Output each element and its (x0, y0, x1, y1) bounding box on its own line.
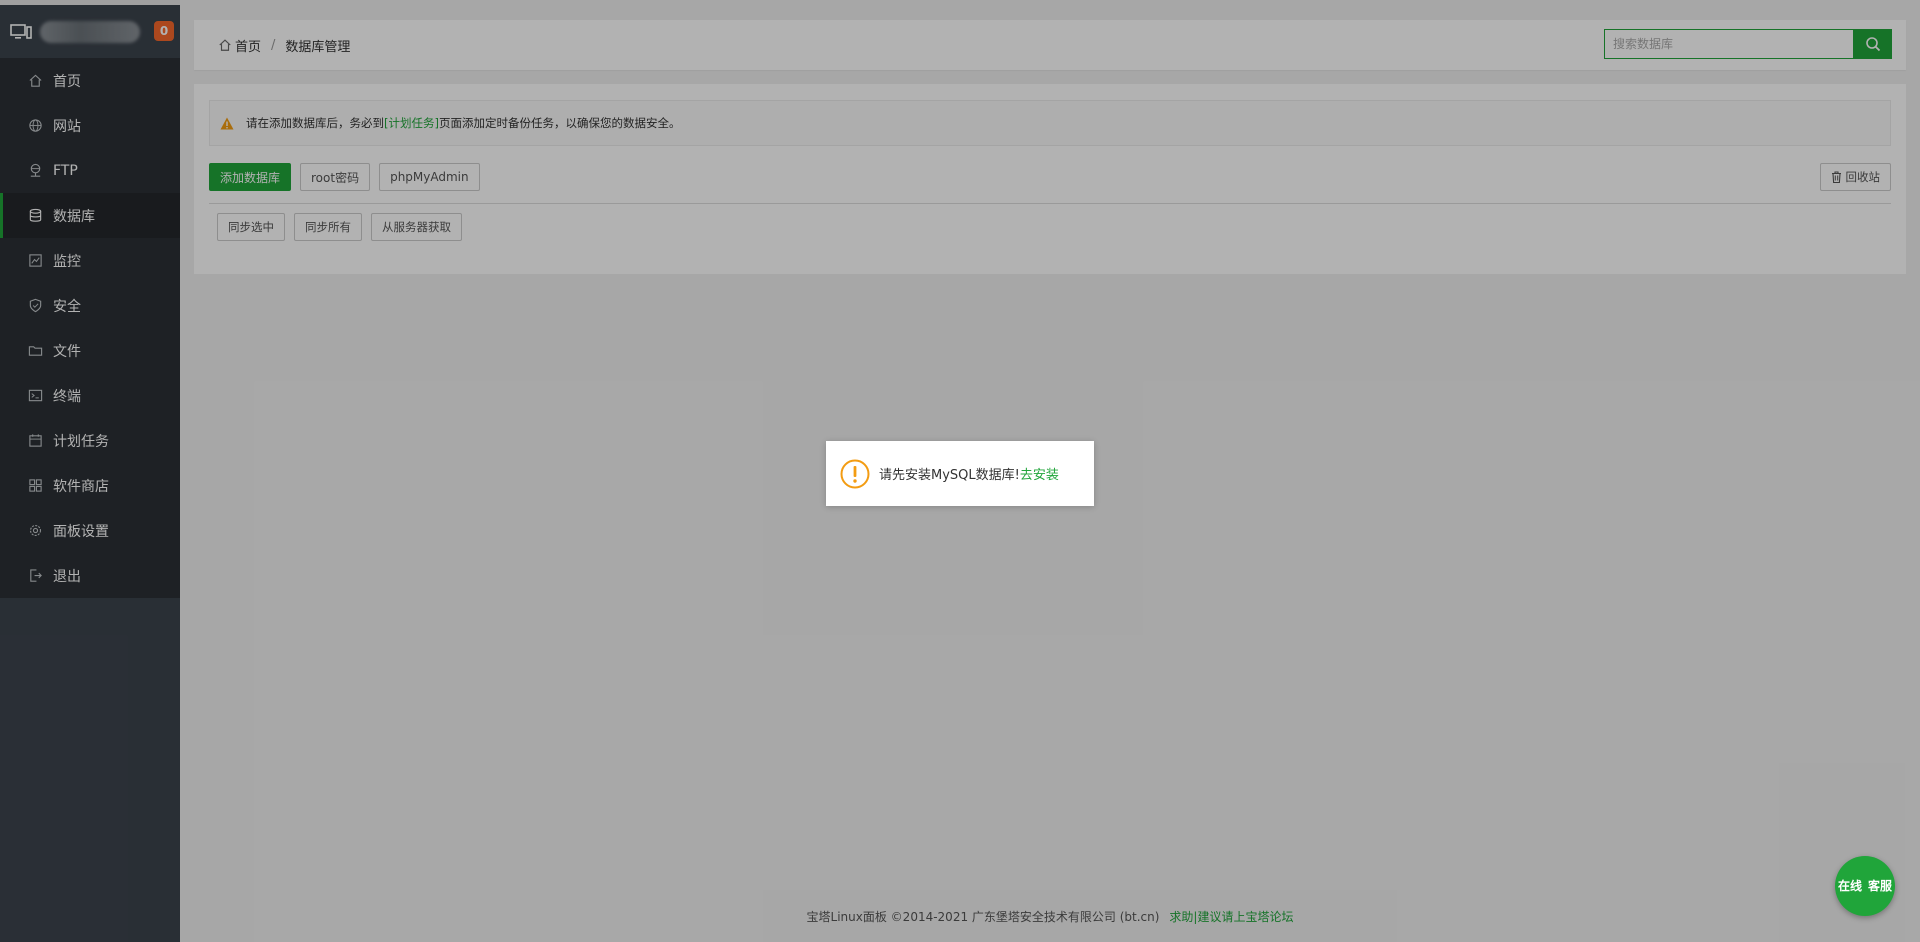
toast-message: 请先安装MySQL数据库! (879, 468, 1020, 483)
go-install-link[interactable]: 去安装 (1020, 464, 1059, 483)
chat-label-line2: 客服 (1867, 879, 1892, 893)
online-support-button[interactable]: 在线 客服 (1835, 856, 1895, 916)
exclamation-circle-icon (840, 459, 870, 488)
install-mysql-toast: 请先安装MySQL数据库! 去安装 (826, 441, 1094, 506)
chat-label-line1: 在线 (1837, 879, 1862, 893)
